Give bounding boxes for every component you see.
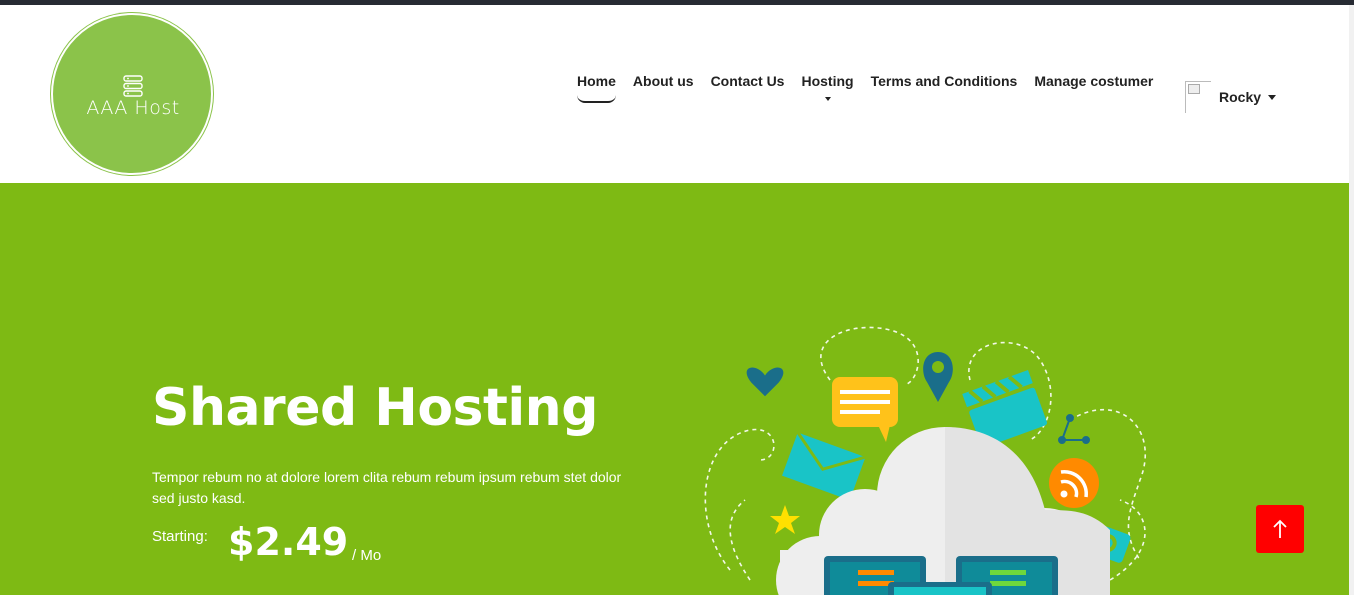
star-icon	[770, 505, 800, 534]
location-pin-icon	[923, 352, 953, 402]
back-to-top-button[interactable]	[1256, 505, 1304, 553]
avatar	[1185, 81, 1211, 113]
site-header: AAA Host Home About us Contact Us Hostin…	[0, 5, 1349, 183]
nav-item-hosting-label: Hosting	[801, 73, 854, 89]
hero-description: Tempor rebum no at dolore lorem clita re…	[152, 469, 622, 506]
price-period: / Mo	[352, 547, 382, 564]
price: $2.49	[228, 520, 349, 564]
user-menu[interactable]: Rocky	[1185, 81, 1277, 113]
share-icon	[1058, 414, 1090, 444]
cloud-hosting-illustration	[704, 326, 1146, 595]
rss-icon	[1049, 458, 1099, 508]
chevron-down-icon	[824, 97, 831, 101]
nav-item-home[interactable]: Home	[577, 73, 616, 103]
arrow-up-icon	[1273, 519, 1287, 538]
nav-item-hosting[interactable]: Hosting	[801, 73, 854, 101]
main-nav: Home About us Contact Us Hosting Terms a…	[577, 73, 1170, 103]
nav-item-manage-customer[interactable]: Manage costumer	[1034, 73, 1153, 89]
user-name: Rocky	[1219, 89, 1262, 105]
hero-title: Shared Hosting	[152, 378, 598, 438]
server-icon	[123, 75, 143, 97]
chat-bubble-icon	[832, 377, 898, 442]
broken-image-icon	[1188, 84, 1200, 94]
nav-item-about[interactable]: About us	[633, 73, 694, 89]
logo-text: AAA Host	[86, 97, 180, 119]
starting-label: Starting:	[152, 528, 208, 545]
site-logo[interactable]: AAA Host	[51, 13, 213, 175]
nav-item-terms[interactable]: Terms and Conditions	[871, 73, 1018, 89]
scrollbar[interactable]	[1349, 5, 1354, 595]
heart-icon	[746, 367, 784, 397]
nav-item-contact[interactable]: Contact Us	[711, 73, 785, 89]
envelope-icon	[782, 431, 866, 501]
chevron-down-icon	[1268, 94, 1277, 100]
